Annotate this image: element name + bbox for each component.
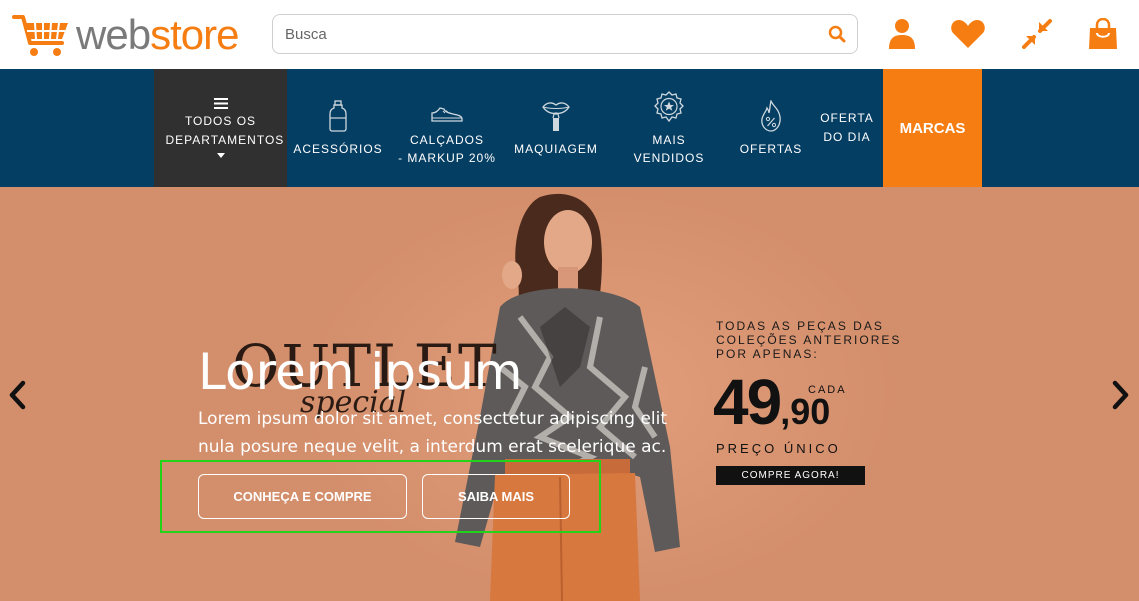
conheca-e-compre-button[interactable]: CONHEÇA E COMPRE <box>198 474 407 519</box>
nav-label-mais-vendidos: MAIS VENDIDOS <box>633 133 705 165</box>
shopping-bag-icon <box>1089 18 1117 49</box>
hero-title: Lorem ipsum <box>198 343 523 401</box>
compare-button[interactable] <box>1019 16 1055 52</box>
nav-label-calcados: CALÇADOS - MARKUP 20% <box>398 131 496 167</box>
user-icon <box>889 19 915 49</box>
oferta-dia-line1: OFERTA <box>820 111 874 125</box>
site-header: webstore <box>0 0 1139 69</box>
lipstick-icon <box>542 102 570 131</box>
nav-item-mais-vendidos[interactable]: MAIS VENDIDOS <box>618 69 720 187</box>
promo-preco-unico: PREÇO ÚNICO <box>716 441 841 456</box>
nav-item-ofertas[interactable]: OFERTAS <box>740 69 802 187</box>
search-button[interactable] <box>817 15 857 53</box>
hamburger-icon <box>213 98 228 109</box>
promo-price-cents: ,90 <box>780 391 831 432</box>
all-departments-menu[interactable]: TODOS OS DEPARTAMENTOS <box>154 69 287 187</box>
search-box <box>272 14 858 54</box>
caret-down-icon <box>216 153 225 158</box>
wishlist-button[interactable] <box>950 16 986 52</box>
promo-price: 49,90 <box>713 365 830 439</box>
badge-star-icon <box>654 91 684 123</box>
promo-line-1: TODAS AS PEÇAS DAS <box>716 319 884 333</box>
saiba-mais-button[interactable]: SAIBA MAIS <box>422 474 570 519</box>
nav-label-maquiagem: MAQUIAGEM <box>514 142 598 156</box>
fire-percent-icon <box>761 100 781 132</box>
chevron-right-icon <box>1112 380 1129 410</box>
account-button[interactable] <box>884 16 920 52</box>
nav-item-oferta-do-dia[interactable]: OFERTA DO DIA <box>816 69 878 187</box>
bottle-icon <box>329 100 347 132</box>
logo-text-web: web <box>76 11 151 58</box>
nav-label-ofertas: OFERTAS <box>739 142 803 156</box>
logo-text-store: store <box>150 11 239 58</box>
nav-item-maquiagem[interactable]: MAQUIAGEM <box>513 69 599 187</box>
nav-item-calcados[interactable]: CALÇADOS - MARKUP 20% <box>398 69 496 187</box>
promo-price-int: 49 <box>713 366 782 438</box>
departments-label: TODOS OS DEPARTAMENTOS <box>165 114 285 147</box>
sneaker-icon <box>431 107 463 122</box>
cart-logo-icon <box>12 15 68 56</box>
compre-agora-button[interactable]: COMPRE AGORA! <box>716 466 865 485</box>
nav-label-calcados-line1: CALÇADOS <box>409 133 485 147</box>
nav-label-calcados-line2: - MARKUP 20% <box>398 151 496 165</box>
logo-text: webstore <box>76 11 239 58</box>
main-navigation: TODOS OS DEPARTAMENTOS ACESSÓRIOS CALÇAD… <box>0 69 1139 187</box>
hero-description: Lorem ipsum dolor sit amet, consectetur … <box>198 409 668 457</box>
oferta-dia-line2: DO DIA <box>823 130 871 144</box>
promo-line-2: COLEÇÕES ANTERIORES <box>716 333 902 347</box>
chevron-left-icon <box>9 380 26 410</box>
carousel-next-button[interactable] <box>1106 375 1136 415</box>
search-input[interactable] <box>273 15 817 53</box>
cart-button[interactable] <box>1085 16 1121 52</box>
nav-item-marcas[interactable]: MARCAS <box>883 69 982 187</box>
search-icon <box>828 25 846 43</box>
nav-label-acessorios: ACESSÓRIOS <box>293 142 383 156</box>
promo-line-3: POR APENAS: <box>716 347 819 361</box>
promo-cada: CADA <box>808 384 847 396</box>
heart-icon <box>951 20 985 48</box>
nav-item-acessorios[interactable]: ACESSÓRIOS <box>293 69 382 187</box>
compress-icon <box>1022 19 1052 49</box>
hero-banner: OUTLET special Lorem ipsum Lorem ipsum d… <box>0 187 1139 601</box>
webstore-logo[interactable]: webstore <box>12 10 239 60</box>
carousel-prev-button[interactable] <box>2 375 32 415</box>
